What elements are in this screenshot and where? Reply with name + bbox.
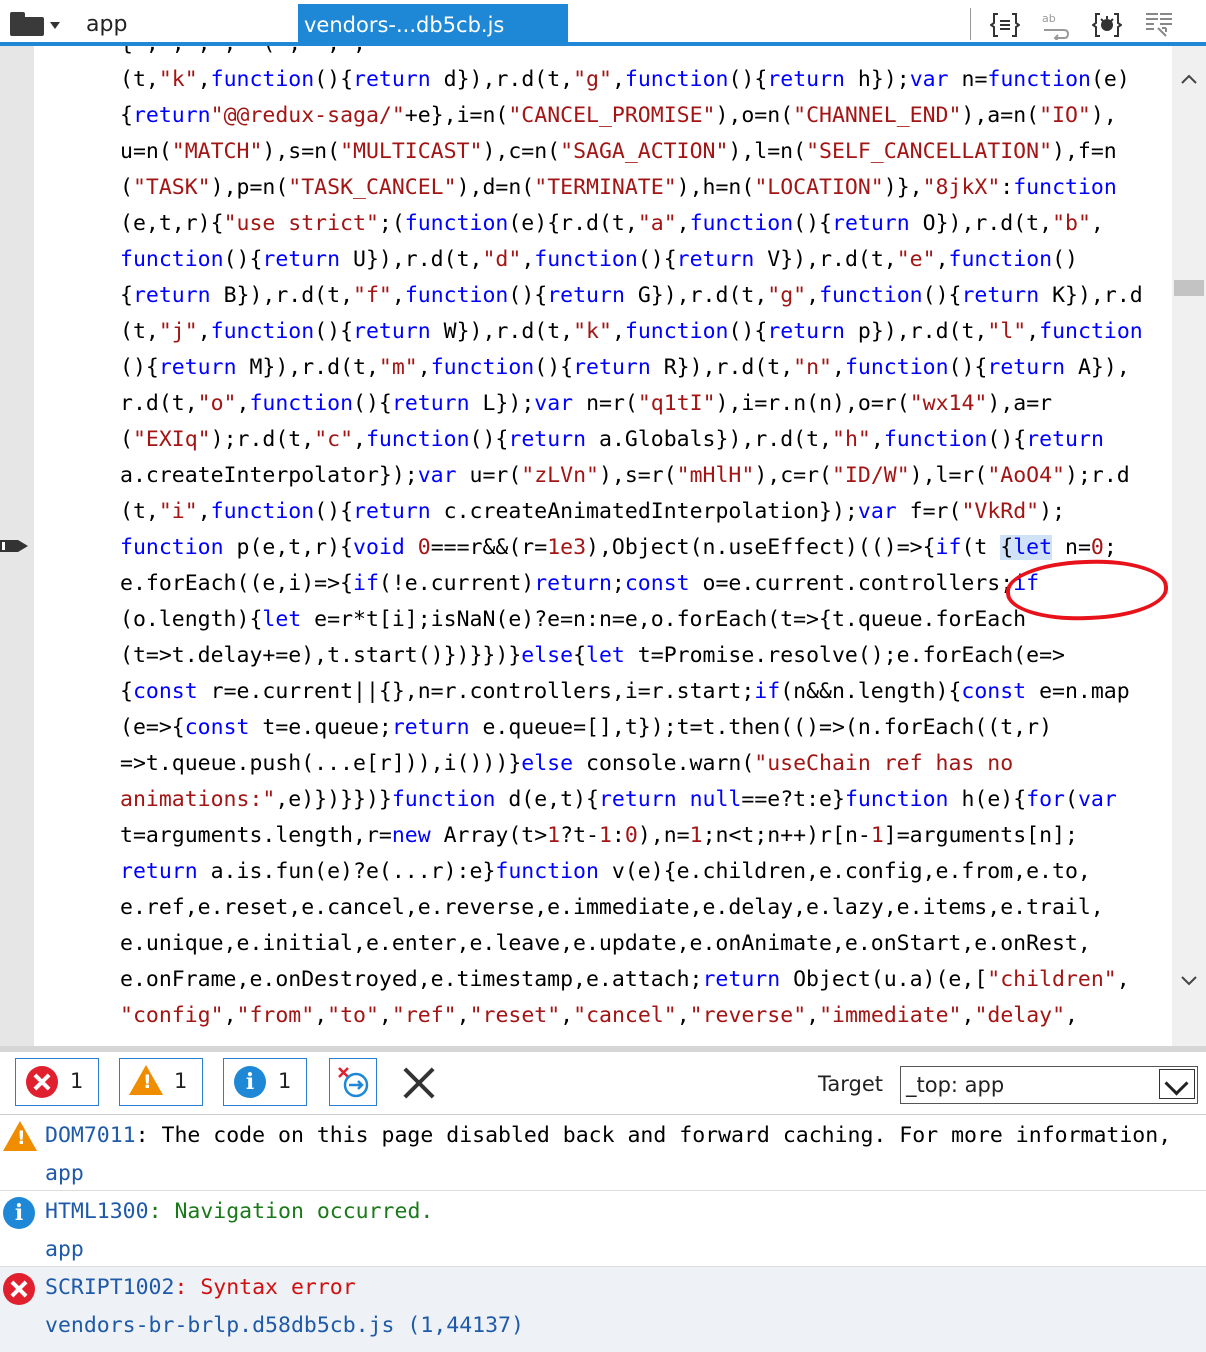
vertical-scrollbar[interactable] bbox=[1172, 46, 1206, 1046]
code-line[interactable]: e.unique,e.initial,e.enter,e.leave,e.upd… bbox=[120, 926, 1170, 962]
close-icon[interactable] bbox=[826, 18, 850, 42]
code-line[interactable]: {return B}),r.d(t,"f",function(){return … bbox=[120, 278, 1170, 314]
code-line[interactable]: (){return M}),r.d(t,"m",function(){retur… bbox=[120, 350, 1170, 386]
warnings-count: 1 bbox=[174, 1069, 188, 1093]
code-line[interactable]: (t,"j",function(){return W}),r.d(t,"k",f… bbox=[120, 314, 1170, 350]
scrollbar-thumb[interactable] bbox=[1174, 280, 1204, 296]
tab-label: vendors-...db5cb.js bbox=[304, 13, 505, 37]
code-line[interactable]: r.d(t,"o",function(){return L});var n=r(… bbox=[120, 386, 1170, 422]
info-count: 1 bbox=[278, 1069, 292, 1093]
error-icon bbox=[26, 1066, 58, 1098]
current-statement-arrow-icon bbox=[0, 540, 28, 552]
message-code: HTML1300 bbox=[45, 1199, 149, 1224]
code-line[interactable]: {return"@@redux-saga/"+e},i=n("CANCEL_PR… bbox=[120, 98, 1170, 134]
message-code: DOM7011 bbox=[45, 1123, 136, 1148]
code-line[interactable]: {const r=e.current||{},n=r.controllers,i… bbox=[120, 674, 1170, 710]
code-line[interactable]: u=n("MATCH"),s=n("MULTICAST"),c=n("SAGA_… bbox=[120, 134, 1170, 170]
code-line[interactable]: { , , , , ( , , ; bbox=[120, 46, 1170, 62]
tab-bar: app vendors-...db5cb.js ab bbox=[0, 0, 1206, 46]
code-line[interactable]: e.ref,e.reset,e.cancel,e.reverse,e.immed… bbox=[120, 890, 1170, 926]
console-message-info[interactable]: i HTML1300: Navigation occurred. app bbox=[0, 1191, 1206, 1267]
message-source-link[interactable]: vendors-br-brlp.d58db5cb.js (1,44137) bbox=[45, 1313, 524, 1338]
warning-icon: ! bbox=[3, 1121, 37, 1151]
chevron-down-icon[interactable] bbox=[50, 22, 60, 29]
scroll-up-icon[interactable] bbox=[1180, 70, 1198, 88]
code-line[interactable]: ("TASK"),p=n("TASK_CANCEL"),d=n("TERMINA… bbox=[120, 170, 1170, 206]
code-line[interactable]: (t,"i",function(){return c.createAnimate… bbox=[120, 494, 1170, 530]
message-code: SCRIPT1002 bbox=[45, 1275, 175, 1300]
clear-on-navigate-button[interactable] bbox=[329, 1058, 377, 1106]
code-line[interactable]: t=arguments.length,r=new Array(t>1?t-1:0… bbox=[120, 818, 1170, 854]
warnings-filter-button[interactable]: ! 1 bbox=[119, 1058, 203, 1106]
info-icon: i bbox=[234, 1066, 266, 1098]
chevron-down-icon[interactable] bbox=[1159, 1069, 1195, 1099]
toolbar-divider bbox=[970, 8, 971, 40]
error-icon bbox=[3, 1273, 35, 1305]
message-text: : The code on this page disabled back an… bbox=[135, 1123, 1172, 1148]
console-messages: ! DOM7011: The code on this page disable… bbox=[0, 1115, 1206, 1352]
code-line[interactable]: "config","from","to","ref","reset","canc… bbox=[120, 998, 1170, 1034]
console-message-error[interactable]: SCRIPT1002: Syntax error vendors-br-brlp… bbox=[0, 1267, 1206, 1352]
target-value: _top: app bbox=[906, 1073, 1005, 1097]
code-line[interactable]: (o.length){let e=r*t[i];isNaN(e)?e=n:n=e… bbox=[120, 602, 1170, 638]
code-line[interactable]: return a.is.fun(e)?e(...r):e}function v(… bbox=[120, 854, 1170, 890]
debug-just-my-code-icon[interactable] bbox=[1091, 10, 1123, 40]
message-source-link[interactable]: app bbox=[45, 1161, 84, 1186]
code-line[interactable]: function p(e,t,r){void 0===r&&(r=1e3),Ob… bbox=[120, 530, 1170, 566]
console-toolbar: 1 ! 1 i 1 Target _top: app bbox=[0, 1052, 1206, 1115]
warning-icon: ! bbox=[129, 1065, 163, 1095]
errors-filter-button[interactable]: 1 bbox=[15, 1058, 99, 1106]
code-line[interactable]: a.createInterpolator});var u=r("zLVn"),s… bbox=[120, 458, 1170, 494]
code-editor[interactable]: { , , , , ( , , ; (t,"k",function(){retu… bbox=[0, 46, 1206, 1046]
svg-text:ab: ab bbox=[1042, 12, 1056, 25]
line-gutter[interactable] bbox=[0, 46, 34, 1046]
code-text[interactable]: { , , , , ( , , ; (t,"k",function(){retu… bbox=[120, 46, 1170, 1034]
code-line[interactable]: (t,"k",function(){return d}),r.d(t,"g",f… bbox=[120, 62, 1170, 98]
console-message-warning[interactable]: ! DOM7011: The code on this page disable… bbox=[0, 1115, 1206, 1191]
clear-console-icon[interactable] bbox=[402, 1066, 436, 1100]
target-label: Target bbox=[818, 1072, 883, 1096]
code-line[interactable]: (e,t,r){"use strict";(function(e){r.d(t,… bbox=[120, 206, 1170, 242]
message-text: : Syntax error bbox=[174, 1275, 356, 1300]
pretty-print-icon[interactable] bbox=[989, 10, 1021, 40]
word-wrap-icon[interactable]: ab bbox=[1040, 10, 1070, 42]
tab-vendors-js[interactable]: vendors-...db5cb.js bbox=[298, 4, 568, 46]
code-line[interactable]: (e=>{const t=e.queue;return e.queue=[],t… bbox=[120, 710, 1170, 746]
clear-on-navigate-icon bbox=[338, 1067, 369, 1098]
source-map-icon[interactable] bbox=[1144, 10, 1174, 40]
tab-app[interactable]: app bbox=[86, 12, 127, 37]
info-icon: i bbox=[3, 1197, 35, 1229]
scroll-down-icon[interactable] bbox=[1180, 972, 1198, 990]
info-filter-button[interactable]: i 1 bbox=[223, 1058, 307, 1106]
target-select[interactable]: _top: app bbox=[900, 1066, 1198, 1104]
code-line[interactable]: (t=>t.delay+=e),t.start()})}})}else{let … bbox=[120, 638, 1170, 674]
code-line[interactable]: e.onFrame,e.onDestroyed,e.timestamp,e.at… bbox=[120, 962, 1170, 998]
code-line[interactable]: function(){return U}),r.d(t,"d",function… bbox=[120, 242, 1170, 278]
code-line[interactable]: ("EXIq");r.d(t,"c",function(){return a.G… bbox=[120, 422, 1170, 458]
folder-icon[interactable] bbox=[10, 12, 44, 36]
message-text: : Navigation occurred. bbox=[148, 1199, 434, 1224]
code-line[interactable]: animations:",e)})}})}function d(e,t){ret… bbox=[120, 782, 1170, 818]
message-source-link[interactable]: app bbox=[45, 1237, 84, 1262]
errors-count: 1 bbox=[70, 1069, 84, 1093]
code-line[interactable]: =>t.queue.push(...e[r])),i()))}else cons… bbox=[120, 746, 1170, 782]
